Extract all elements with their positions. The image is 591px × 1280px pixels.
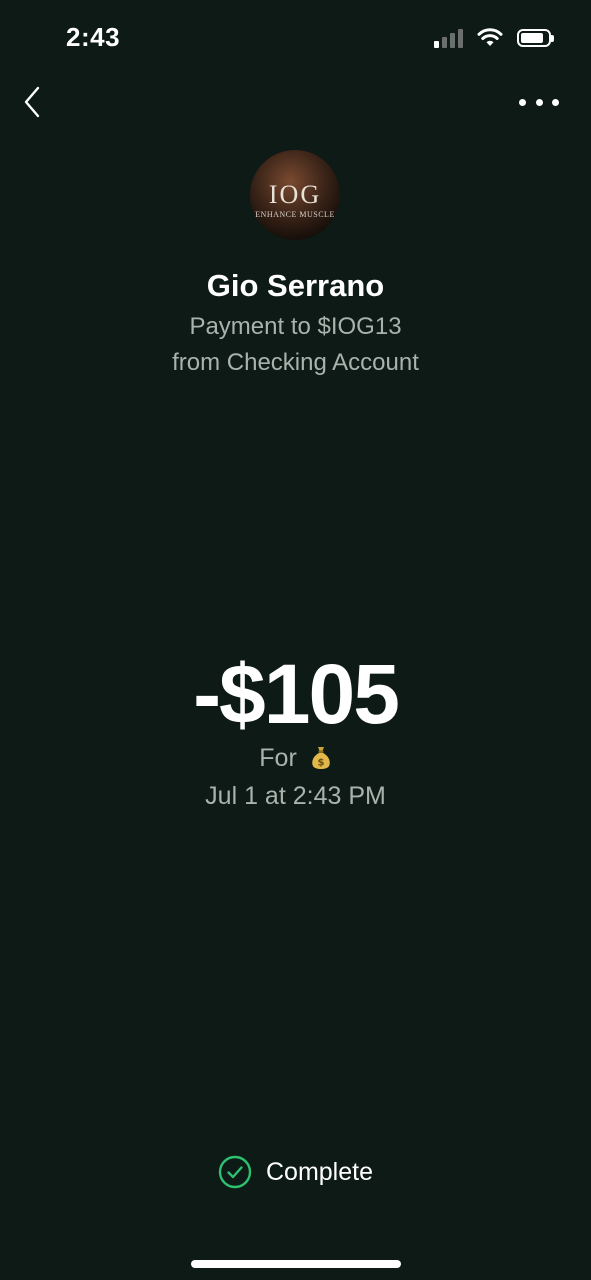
status-time: 2:43 <box>66 22 121 52</box>
more-dot <box>552 98 559 106</box>
avatar-logo-subtext: ENHANCE MUSCLE <box>255 210 335 219</box>
cellular-signal-icon <box>434 28 463 48</box>
memo-prefix: For <box>259 744 297 772</box>
back-button[interactable] <box>18 84 54 120</box>
payment-date: Jul 1 at 2:43 PM <box>205 782 386 810</box>
battery-icon <box>517 29 554 47</box>
status-icons <box>434 28 554 48</box>
more-options-button[interactable] <box>519 90 559 114</box>
home-indicator[interactable] <box>191 1260 401 1268</box>
recipient-avatar[interactable]: IOG ENHANCE MUSCLE <box>250 150 340 240</box>
payment-detail-screen: 2:43 IOG ENHANCE MUSCLE Gio Serrano Paym… <box>0 0 591 1280</box>
chevron-left-icon <box>24 86 40 118</box>
recipient-name: Gio Serrano <box>206 268 385 303</box>
more-dot <box>519 98 526 106</box>
status-label: Complete <box>266 1157 373 1186</box>
avatar-logo-text: IOG <box>268 180 322 209</box>
payment-memo: For $ <box>0 744 591 773</box>
svg-text:$: $ <box>317 758 324 769</box>
payment-status: Complete <box>0 1155 591 1189</box>
money-bag-icon: $ <box>311 747 330 769</box>
wifi-icon <box>477 28 503 46</box>
check-circle-icon <box>218 1155 252 1189</box>
more-dot <box>535 98 543 106</box>
payment-description-line1: Payment to $IOG13 <box>189 313 402 340</box>
payment-amount: -$105 <box>193 647 400 741</box>
payment-description-line2: from Checking Account <box>172 349 419 376</box>
